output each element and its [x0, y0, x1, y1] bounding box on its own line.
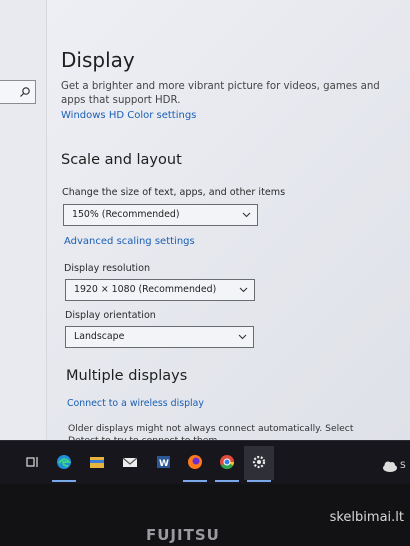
chevron-down-icon	[239, 287, 248, 293]
hdr-color-settings-link[interactable]: Windows HD Color settings	[61, 110, 196, 121]
watermark: skelbimai.lt	[329, 510, 404, 525]
weather-cloud-icon[interactable]	[381, 457, 399, 475]
svg-text:W: W	[159, 459, 169, 469]
search-input[interactable]	[0, 80, 36, 104]
orientation-dropdown[interactable]: Landscape	[65, 326, 254, 348]
scale-layout-heading: Scale and layout	[61, 152, 182, 168]
page-title: Display	[61, 48, 135, 72]
orientation-value: Landscape	[74, 331, 125, 342]
settings-running-indicator	[247, 480, 271, 482]
task-view-icon[interactable]	[24, 453, 42, 471]
tray-text: S	[400, 461, 406, 471]
resolution-value: 1920 × 1080 (Recommended)	[74, 284, 217, 295]
firefox-running-indicator	[183, 480, 207, 482]
file-explorer-icon[interactable]	[88, 453, 106, 471]
resolution-label: Display resolution	[64, 263, 151, 274]
chevron-down-icon	[238, 334, 247, 340]
hdr-description: Get a brighter and more vibrant picture …	[61, 81, 380, 106]
advanced-scaling-link[interactable]: Advanced scaling settings	[64, 236, 195, 247]
scale-value: 150% (Recommended)	[72, 209, 180, 220]
chevron-down-icon	[242, 212, 251, 218]
brand-logo: FUJITSU	[146, 526, 220, 544]
multiple-displays-heading: Multiple displays	[66, 368, 188, 384]
word-icon[interactable]: W	[154, 453, 172, 471]
firefox-icon[interactable]	[186, 453, 204, 471]
settings-window: Display Get a brighter and more vibrant …	[0, 0, 410, 440]
size-label: Change the size of text, apps, and other…	[62, 187, 286, 198]
edge-icon[interactable]	[55, 453, 73, 471]
chrome-icon[interactable]	[218, 453, 236, 471]
search-icon	[20, 87, 30, 97]
older-displays-text: Older displays might not always connect …	[68, 423, 354, 440]
settings-icon[interactable]	[250, 453, 268, 471]
taskbar: W S	[0, 440, 410, 485]
scale-dropdown[interactable]: 150% (Recommended)	[63, 204, 258, 226]
navigation-pane	[0, 0, 47, 440]
resolution-dropdown[interactable]: 1920 × 1080 (Recommended)	[65, 279, 255, 301]
wireless-display-link[interactable]: Connect to a wireless display	[67, 398, 204, 409]
orientation-label: Display orientation	[65, 310, 156, 321]
chrome-running-indicator	[215, 480, 239, 482]
edge-running-indicator	[52, 480, 76, 482]
mail-icon[interactable]	[121, 453, 139, 471]
